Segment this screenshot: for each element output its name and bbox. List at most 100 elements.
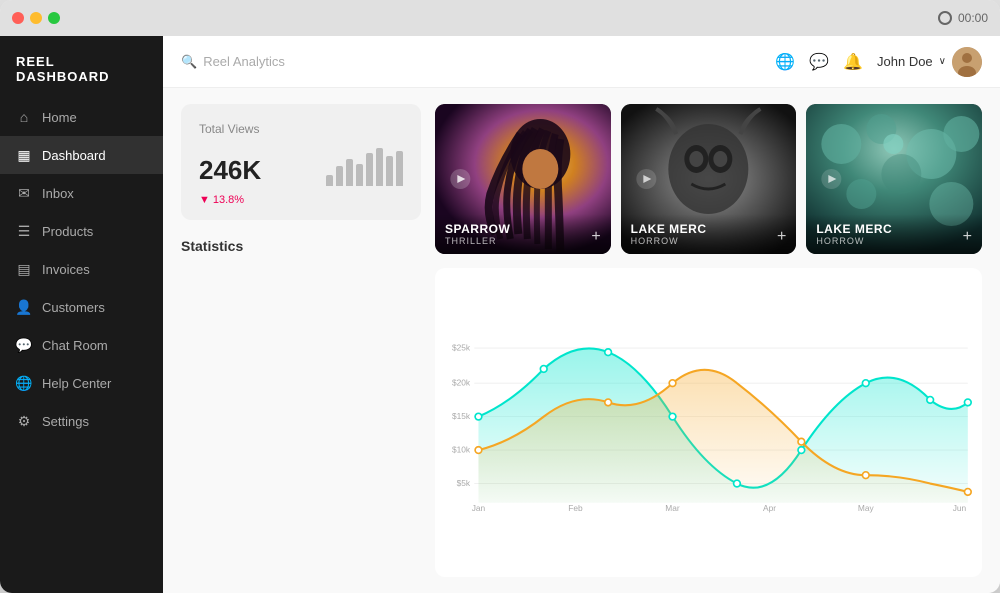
chat-icon[interactable]: 💬 [809,52,829,72]
movie-genre-lakemerc1: HORROW [631,236,787,246]
mini-bar [396,151,403,186]
svg-text:$10k: $10k [452,445,471,455]
search-placeholder: Reel Analytics [203,54,285,69]
svg-text:Mar: Mar [665,503,680,513]
movie-card-overlay-lakemerc2: LAKE MERC HORROW [806,214,982,254]
home-icon: ⌂ [16,109,32,125]
movie-title-lakemerc1: LAKE MERC [631,222,787,236]
minimize-button[interactable] [30,12,42,24]
mini-bar [346,159,353,186]
sidebar-item-inbox[interactable]: ✉ Inbox [0,174,163,212]
add-lakemerc2-button[interactable]: + [963,228,972,246]
app-window: 00:00 REEL DASHBOARD ⌂ Home ▦ Dashboard … [0,0,1000,593]
sidebar-label-chatroom: Chat Room [42,338,108,353]
stats-change: ▼ 13.8% [199,194,403,206]
sidebar-item-customers[interactable]: 👤 Customers [0,288,163,326]
user-menu[interactable]: John Doe ∨ [877,47,982,77]
sidebar: REEL DASHBOARD ⌂ Home ▦ Dashboard ✉ Inbo… [0,36,163,593]
movie-card-overlay-lakemerc1: LAKE MERC HORROW [621,214,797,254]
invoices-icon: ▤ [16,261,32,277]
search-icon: 🔍 [181,54,197,70]
timer-display: 00:00 [958,11,988,25]
sidebar-item-home[interactable]: ⌂ Home [0,98,163,136]
sidebar-logo: REEL DASHBOARD [0,36,163,98]
movie-genre-sparrow: THRILLER [445,236,601,246]
svg-text:$20k: $20k [452,378,471,388]
movie-cards-row: SPARROW THRILLER + [435,104,982,254]
topbar-right: 🌐 💬 🔔 John Doe ∨ [775,47,982,77]
sidebar-item-invoices[interactable]: ▤ Invoices [0,250,163,288]
globe-icon[interactable]: 🌐 [775,52,795,72]
stats-card: Total Views 246K ▼ 13.8% [181,104,421,220]
svg-text:$25k: $25k [452,343,471,353]
sidebar-item-products[interactable]: ☰ Products [0,212,163,250]
avatar [952,47,982,77]
add-lakemerc1-button[interactable]: + [777,228,786,246]
mini-bar [366,153,373,186]
svg-text:Jun: Jun [953,503,967,513]
movie-card-lakemerc2[interactable]: LAKE MERC HORROW + [806,104,982,254]
title-bar: 00:00 [0,0,1000,36]
inbox-icon: ✉ [16,185,32,201]
svg-text:Feb: Feb [568,503,583,513]
sidebar-label-settings: Settings [42,414,89,429]
mini-bar [386,156,393,186]
stats-label: Total Views [199,122,403,136]
sidebar-label-products: Products [42,224,93,239]
stats-value: 246K [199,155,261,186]
content-area: Total Views 246K ▼ 13.8% Statistics [163,88,1000,593]
add-sparrow-button[interactable]: + [591,228,600,246]
movie-title-lakemerc2: LAKE MERC [816,222,972,236]
sidebar-item-settings[interactable]: ⚙ Settings [0,402,163,440]
main-content: 🔍 Reel Analytics 🌐 💬 🔔 John Doe ∨ [163,36,1000,593]
sidebar-item-dashboard[interactable]: ▦ Dashboard [0,136,163,174]
chevron-down-icon: ∨ [939,56,946,67]
svg-text:$5k: $5k [457,478,471,488]
notification-icon[interactable]: 🔔 [843,52,863,72]
sidebar-label-inbox: Inbox [42,186,74,201]
dashboard-icon: ▦ [16,147,32,163]
chatroom-icon: 💬 [16,337,32,353]
user-name: John Doe [877,54,933,69]
svg-text:$15k: $15k [452,411,471,421]
statistics-section-title: Statistics [181,238,421,254]
left-column: Total Views 246K ▼ 13.8% Statistics [181,104,421,577]
movie-title-sparrow: SPARROW [445,222,601,236]
sidebar-label-helpcenter: Help Center [42,376,111,391]
title-bar-controls: 00:00 [938,11,988,25]
mini-bar [336,166,343,186]
sidebar-label-dashboard: Dashboard [42,148,106,163]
movie-card-overlay-sparrow: SPARROW THRILLER [435,214,611,254]
search-box[interactable]: 🔍 Reel Analytics [181,54,285,70]
customers-icon: 👤 [16,299,32,315]
movie-card-sparrow[interactable]: SPARROW THRILLER + [435,104,611,254]
right-column: SPARROW THRILLER + [435,104,982,577]
sidebar-item-chatroom[interactable]: 💬 Chat Room [0,326,163,364]
svg-text:Jan: Jan [472,503,486,513]
statistics-chart: $25k $20k $15k $10k $5k [435,268,982,577]
mini-bar [326,175,333,186]
topbar: 🔍 Reel Analytics 🌐 💬 🔔 John Doe ∨ [163,36,1000,88]
traffic-lights [12,12,60,24]
sidebar-label-invoices: Invoices [42,262,90,277]
movie-genre-lakemerc2: HORROW [816,236,972,246]
helpcenter-icon: 🌐 [16,375,32,391]
settings-icon: ⚙ [16,413,32,429]
svg-text:May: May [858,503,875,513]
mini-bar-chart [326,146,403,186]
maximize-button[interactable] [48,12,60,24]
products-icon: ☰ [16,223,32,239]
sidebar-label-home: Home [42,110,77,125]
arrow-down-icon: ▼ [199,194,210,206]
stats-row: 246K [199,146,403,186]
sidebar-label-customers: Customers [42,300,105,315]
app-body: REEL DASHBOARD ⌂ Home ▦ Dashboard ✉ Inbo… [0,36,1000,593]
record-icon [938,11,952,25]
svg-text:Apr: Apr [763,503,776,513]
stats-change-value: 13.8% [213,194,244,206]
mini-bar [376,148,383,186]
close-button[interactable] [12,12,24,24]
mini-bar [356,164,363,186]
movie-card-lakemerc1[interactable]: LAKE MERC HORROW + [621,104,797,254]
sidebar-item-helpcenter[interactable]: 🌐 Help Center [0,364,163,402]
